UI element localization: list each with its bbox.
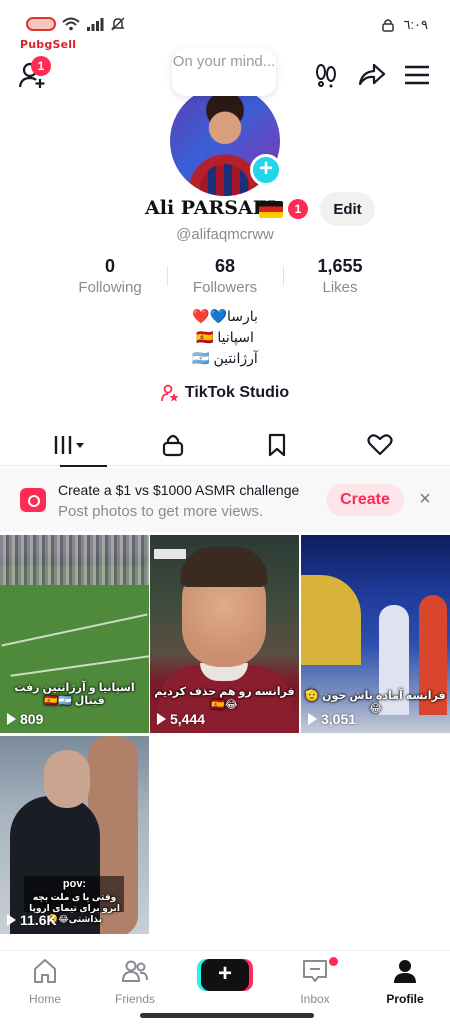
share-icon[interactable]: [358, 62, 386, 88]
view-count: 809: [20, 711, 44, 727]
video-tile[interactable]: فرانسه رو هم حذف کردیم 😂🇪🇸 5,444: [150, 535, 299, 733]
player-hair: [180, 547, 268, 587]
stat-likes-label: Likes: [322, 279, 358, 296]
brand-watermark: PubgSell: [20, 38, 77, 51]
nav-home[interactable]: Home: [0, 957, 90, 1006]
bio-line: اسپانیا 🇪🇸: [196, 329, 254, 345]
germany-flag-icon: [259, 201, 283, 218]
stat-following-label: Following: [78, 279, 142, 296]
profile-handle: @alifaqmcrww: [176, 226, 274, 243]
friends-icon: [121, 960, 148, 982]
nav-profile-label: Profile: [386, 992, 424, 1006]
video-tile[interactable]: اسپانیا و آرژانتین رفت فینال 🇪🇸🇦🇷 809: [0, 535, 149, 733]
video-caption-top: pov:: [62, 878, 87, 890]
home-indicator: [140, 1013, 314, 1018]
lock-icon: [162, 434, 184, 457]
signal-icon: [87, 18, 104, 31]
play-icon: [7, 914, 16, 926]
profile-bio: بارسا💙❤️ اسپانیا 🇪🇸 آرژانتین 🇦🇷: [0, 306, 450, 369]
bookmark-icon: [268, 433, 286, 457]
videos-grid-icon: [54, 436, 84, 454]
banner-subtitle: Post photos to get more views.: [58, 503, 264, 520]
edit-button[interactable]: Edit: [320, 192, 375, 226]
stat-followers[interactable]: 68 Followers: [170, 256, 280, 296]
video-views: 11.6K: [7, 912, 57, 928]
name-row: Ali PARSAEI 1 Edit: [0, 192, 450, 226]
field-line: [10, 655, 149, 677]
profile-name: Ali PARSAEI: [145, 197, 277, 219]
stats-divider: [283, 266, 284, 286]
banner-title: Create a $1 vs $1000 ASMR challenge: [58, 482, 300, 498]
stat-followers-value: 68: [214, 256, 236, 276]
content-tabs: [0, 424, 450, 467]
note-bubble[interactable]: On your mind...: [172, 48, 276, 96]
video-views: 3,051: [308, 711, 356, 727]
stat-followers-label: Followers: [192, 279, 258, 296]
tab-videos[interactable]: [14, 424, 126, 467]
studio-label: TikTok Studio: [184, 384, 290, 402]
create-button[interactable]: Create: [326, 484, 404, 516]
stat-likes-value: 1,655: [317, 256, 363, 276]
video-views: 5,444: [157, 711, 205, 727]
status-left: [26, 16, 126, 32]
wifi-icon: [62, 17, 80, 31]
profile-icon: [394, 960, 416, 983]
play-icon: [7, 713, 16, 725]
status-time: ٦:٠٩: [403, 17, 428, 32]
studio-person-star-icon: [160, 384, 179, 402]
video-tile[interactable]: pov: وقتی یا ی ملت بچه ابرو برای تیمای ا…: [0, 736, 149, 934]
coach-head: [44, 750, 90, 808]
nav-friends[interactable]: Friends: [90, 957, 180, 1006]
video-thumbnail: [301, 575, 361, 665]
stat-likes[interactable]: 1,655 Likes: [285, 256, 395, 296]
footprints-icon[interactable]: [313, 62, 339, 88]
video-tile[interactable]: فرانسه آماده باش جون 🫡😂 3,051: [301, 535, 450, 733]
stat-following-value: 0: [104, 256, 115, 276]
nav-home-label: Home: [28, 992, 61, 1006]
tab-saved[interactable]: [221, 424, 333, 466]
video-views: 809: [7, 711, 43, 727]
nav-inbox-label: Inbox: [300, 992, 330, 1006]
view-count: 5,444: [170, 711, 206, 727]
add-friend-badge: 1: [31, 56, 51, 76]
name-badge: 1: [288, 199, 308, 219]
bio-line: بارسا💙❤️: [192, 308, 258, 324]
stats-divider: [167, 266, 168, 286]
tiktok-studio-link[interactable]: TikTok Studio: [0, 384, 450, 402]
play-icon: [157, 713, 166, 725]
tab-private[interactable]: [117, 424, 229, 466]
create-video-button[interactable]: +: [201, 959, 249, 991]
view-count: 11.6K: [20, 912, 57, 928]
nav-profile[interactable]: Profile: [360, 957, 450, 1006]
heart-icon: [367, 434, 393, 456]
add-story-plus-icon[interactable]: +: [250, 154, 282, 186]
nav-inbox[interactable]: Inbox: [270, 957, 360, 1006]
scoreboard: [154, 549, 186, 559]
view-count: 3,051: [321, 711, 357, 727]
camera-icon: [20, 488, 46, 512]
tab-liked[interactable]: [324, 424, 436, 466]
menu-icon[interactable]: [405, 64, 429, 86]
status-right: ٦:٠٩: [381, 17, 428, 33]
profile-stats: 0 Following 68 Followers 1,655 Likes: [0, 256, 450, 298]
nav-friends-label: Friends: [114, 992, 155, 1006]
play-icon: [308, 713, 317, 725]
stat-following[interactable]: 0 Following: [55, 256, 165, 296]
inbox-notification-dot: [329, 957, 338, 966]
active-tab-indicator: [60, 465, 107, 467]
status-bar: PubgSell ٦:٠٩: [0, 0, 450, 51]
app-indicator-icon: [26, 17, 56, 31]
video-caption: اسپانیا و آرژانتین رفت فینال 🇪🇸🇦🇷: [14, 682, 135, 707]
lock-status-icon: [382, 19, 395, 32]
home-icon: [34, 959, 56, 983]
inbox-icon: [303, 960, 327, 982]
bio-line: آرژانتین 🇦🇷: [192, 350, 258, 366]
video-thumbnail: [0, 535, 149, 585]
video-caption: فرانسه رو هم حذف کردیم 😂🇪🇸: [154, 686, 295, 711]
close-banner-icon[interactable]: ×: [416, 488, 434, 510]
field-line: [1, 613, 148, 647]
mute-icon: [111, 17, 125, 31]
challenge-banner: Create a $1 vs $1000 ASMR challenge Post…: [0, 468, 450, 532]
